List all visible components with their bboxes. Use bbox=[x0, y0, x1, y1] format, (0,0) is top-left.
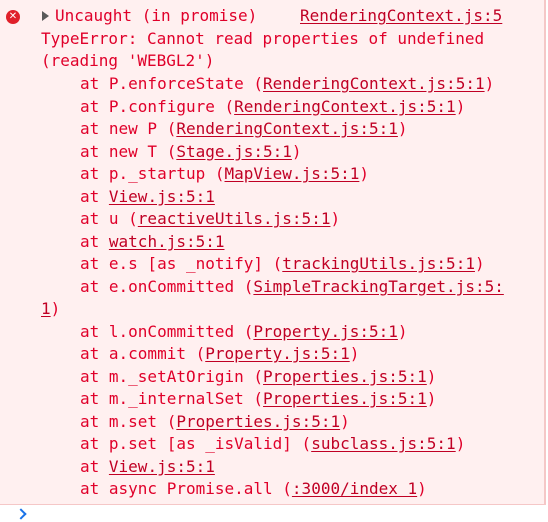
stack-frame-text: at P.configure ( bbox=[80, 96, 235, 116]
stack-frame-link[interactable]: subclass.js:5:1 bbox=[311, 434, 456, 453]
stack-frame-link[interactable]: trackingUtils.js:5:1 bbox=[282, 254, 475, 273]
stack-frame-text: at async Promise.all ( bbox=[80, 479, 292, 498]
stack-frame: at a.commit (Property.js:5:1) bbox=[80, 343, 359, 366]
stack-frame: at u (reactiveUtils.js:5:1) bbox=[80, 208, 340, 231]
stack-frame: at e.s [as _notify] (trackingUtils.js:5:… bbox=[80, 253, 485, 276]
stack-frame-suffix: ) bbox=[397, 119, 408, 138]
stack-frame: at m.set (Properties.js:5:1) bbox=[80, 411, 350, 434]
stack-frame-text: at m._setAtOrigin ( bbox=[80, 366, 264, 386]
stack-frame-text: at m.set ( bbox=[80, 411, 177, 431]
stack-frame-suffix: ) bbox=[340, 411, 350, 431]
stack-frame: at m._internalSet (Properties.js:5:1) bbox=[80, 388, 436, 411]
stack-frame: at new P (RenderingContext.js:5:1) bbox=[80, 118, 408, 141]
stack-frame-suffix: ) bbox=[426, 366, 437, 386]
stack-frame-link[interactable]: watch.js:5:1 bbox=[109, 232, 225, 251]
error-title: Uncaught (in promise) bbox=[55, 6, 258, 25]
stack-frame-text: at new P ( bbox=[80, 119, 177, 138]
stack-frame-link[interactable]: reactiveUtils.js:5:1 bbox=[138, 209, 331, 228]
stack-frame-link[interactable]: RenderingContext.js:5:1 bbox=[234, 97, 456, 116]
stack-frame: at View.js:5:1 bbox=[80, 186, 215, 209]
stack-frame: at e.onCommitted (SimpleTrackingTarget.j… bbox=[80, 276, 504, 299]
stack-frame-link[interactable]: SimpleTrackingTarget.js:5: bbox=[253, 277, 503, 296]
stack-frame-text: at new T ( bbox=[80, 141, 177, 161]
stack-frame-suffix: ) bbox=[455, 96, 466, 116]
chevron-right-icon[interactable] bbox=[15, 508, 27, 520]
stack-frame-link[interactable]: Property.js:5:1 bbox=[205, 344, 350, 363]
stack-frame-link[interactable]: Properties.js:5:1 bbox=[263, 389, 427, 408]
stack-frame-text: at l.onCommitted ( bbox=[80, 321, 254, 341]
stack-frame: 1) bbox=[41, 298, 60, 321]
stack-frame: at p.set [as _isValid] (subclass.js:5:1) bbox=[80, 433, 465, 456]
error-message-line-1: TypeError: Cannot read properties of und… bbox=[41, 29, 485, 48]
stack-frame-suffix: ) bbox=[417, 479, 427, 498]
expand-triangle-icon[interactable] bbox=[42, 11, 49, 21]
error-message-line-2: (reading 'WEBGL2') bbox=[41, 51, 215, 70]
stack-frame-text: at a.commit ( bbox=[80, 344, 206, 363]
stack-frame-link[interactable]: 1 bbox=[41, 299, 51, 318]
stack-frame-link[interactable]: View.js:5:1 bbox=[109, 457, 215, 476]
stack-frame-link[interactable]: Stage.js:5:1 bbox=[176, 142, 292, 161]
stack-frame: at m._setAtOrigin (Properties.js:5:1) bbox=[80, 366, 436, 389]
stack-frame-suffix: ) bbox=[330, 209, 341, 228]
stack-frame: at View.js:5:1 bbox=[80, 456, 215, 479]
stack-frame: at async Promise.all (:3000/index 1) bbox=[80, 478, 427, 501]
stack-frame: at p._startup (MapView.js:5:1) bbox=[80, 163, 369, 186]
stack-frame-text: at m._internalSet ( bbox=[80, 389, 264, 408]
stack-frame-suffix: ) bbox=[291, 141, 302, 161]
stack-frame: at new T (Stage.js:5:1) bbox=[80, 141, 302, 164]
stack-frame-suffix: ) bbox=[455, 434, 466, 453]
stack-frame-suffix: ) bbox=[397, 321, 408, 341]
stack-frame-suffix: ) bbox=[484, 74, 495, 93]
console-error-message: ✕ Uncaught (in promise) RenderingContext… bbox=[0, 0, 546, 505]
stack-frame-link[interactable]: RenderingContext.js:5:1 bbox=[176, 119, 398, 138]
stack-frame-text: at e.onCommitted ( bbox=[80, 276, 254, 296]
stack-frame-text: at e.s [as _notify] ( bbox=[80, 254, 283, 273]
stack-frame-suffix: ) bbox=[474, 254, 485, 273]
stack-frame-link[interactable]: View.js:5:1 bbox=[109, 187, 215, 206]
stack-frame-link[interactable]: Properties.js:5:1 bbox=[176, 412, 340, 431]
stack-frame-suffix: ) bbox=[359, 164, 369, 183]
stack-frame-link[interactable]: RenderingContext.js:5:1 bbox=[263, 74, 485, 93]
stack-frame-text: at u ( bbox=[80, 209, 138, 228]
stack-frame: at P.configure (RenderingContext.js:5:1) bbox=[80, 96, 465, 119]
stack-frame-text: at bbox=[80, 456, 109, 476]
error-source-link[interactable]: RenderingContext.js:5 bbox=[300, 5, 502, 28]
stack-frame: at P.enforceState (RenderingContext.js:5… bbox=[80, 73, 494, 96]
stack-frame-text: at bbox=[80, 231, 109, 251]
stack-frame-text: at p.set [as _isValid] ( bbox=[80, 434, 312, 453]
stack-frame-link[interactable]: Property.js:5:1 bbox=[253, 322, 398, 341]
stack-frame: at l.onCommitted (Property.js:5:1) bbox=[80, 321, 408, 344]
stack-frame-link[interactable]: MapView.js:5:1 bbox=[225, 164, 360, 183]
stack-frame-link[interactable]: :3000/index 1 bbox=[292, 479, 417, 498]
stack-frame-suffix: ) bbox=[50, 299, 61, 318]
error-circle-icon: ✕ bbox=[6, 10, 20, 24]
stack-frame-suffix: ) bbox=[426, 389, 437, 408]
stack-frame-text: at P.enforceState ( bbox=[80, 74, 264, 93]
stack-frame-link[interactable]: Properties.js:5:1 bbox=[263, 367, 427, 386]
stack-frame-text: at bbox=[80, 186, 109, 206]
stack-frame-text: at p._startup ( bbox=[80, 164, 225, 183]
devtools-console: ✕ Uncaught (in promise) RenderingContext… bbox=[0, 0, 548, 522]
stack-frame-suffix: ) bbox=[349, 344, 360, 363]
stack-frame: at watch.js:5:1 bbox=[80, 231, 225, 254]
